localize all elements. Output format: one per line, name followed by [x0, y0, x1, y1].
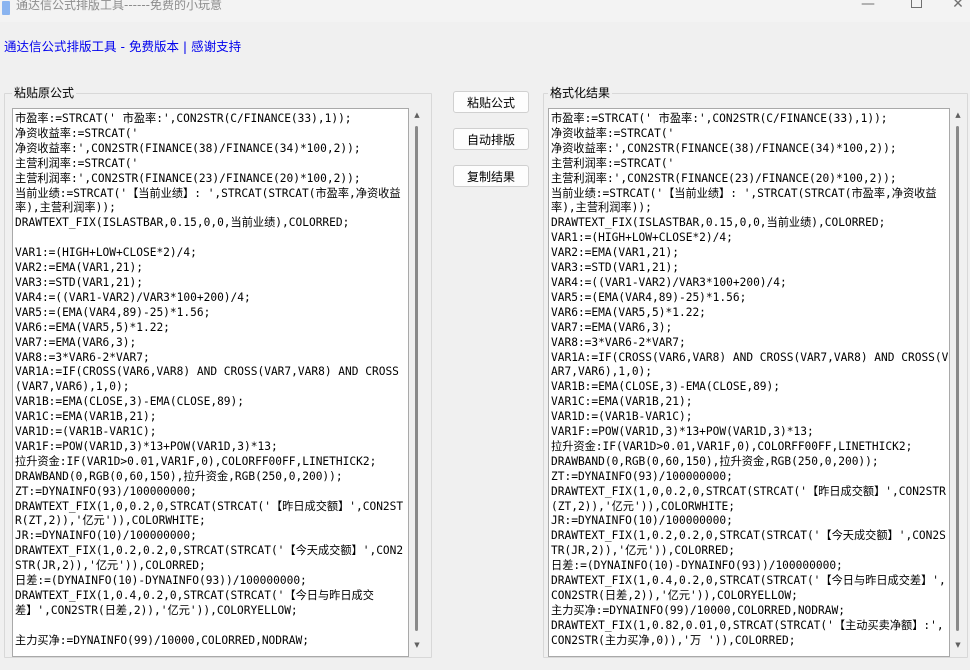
minimize-button[interactable]: — — [854, 0, 882, 14]
formatted-result-textarea[interactable]: 市盈率:=STRCAT(' 市盈率:',CON2STR(C/FINANCE(33… — [548, 108, 950, 657]
scroll-down-icon[interactable]: ▼ — [412, 641, 422, 649]
scroll-down-icon[interactable]: ▼ — [953, 641, 963, 649]
source-scrollbar[interactable]: ▲ ▼ — [409, 108, 426, 655]
source-scroll-thumb[interactable] — [415, 126, 418, 631]
auto-format-button[interactable]: 自动排版 — [453, 128, 529, 150]
source-formula-text: 市盈率:=STRCAT(' 市盈率:',CON2STR(C/FINANCE(33… — [15, 112, 404, 647]
app-icon — [2, 1, 10, 15]
source-formula-textarea[interactable]: 市盈率:=STRCAT(' 市盈率:',CON2STR(C/FINANCE(33… — [12, 108, 409, 657]
maximize-icon — [910, 0, 922, 8]
maximize-button[interactable] — [902, 0, 930, 14]
close-button[interactable]: ✕ — [944, 0, 970, 14]
source-group-label: 粘贴原公式 — [12, 85, 77, 101]
result-scrollbar[interactable]: ▲ ▼ — [950, 108, 967, 655]
scroll-up-icon[interactable]: ▲ — [953, 111, 963, 119]
scroll-up-icon[interactable]: ▲ — [412, 111, 422, 119]
paste-formula-button[interactable]: 粘贴公式 — [453, 91, 529, 113]
result-group-label: 格式化结果 — [548, 85, 613, 101]
window-title: 通达信公式排版工具------免费的小玩意 — [16, 0, 222, 12]
title-bar: 通达信公式排版工具------免费的小玩意 — ✕ — [0, 0, 970, 22]
result-scroll-thumb[interactable] — [956, 126, 959, 631]
header-link[interactable]: 通达信公式排版工具 - 免费版本 | 感谢支持 — [4, 39, 241, 55]
copy-result-button[interactable]: 复制结果 — [453, 165, 529, 187]
formatted-result-text: 市盈率:=STRCAT(' 市盈率:',CON2STR(C/FINANCE(33… — [551, 112, 949, 647]
